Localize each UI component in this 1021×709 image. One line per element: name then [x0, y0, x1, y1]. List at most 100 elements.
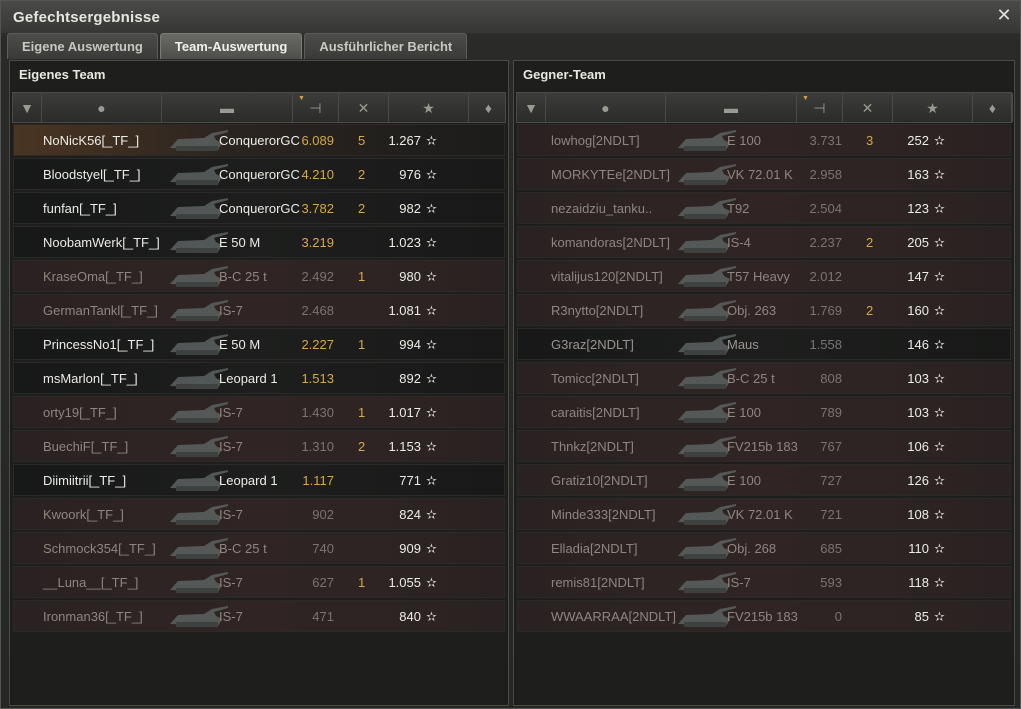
- player-row[interactable]: Minde333[2NDLT] VK 72.01 K 721 108 ✫: [517, 498, 1011, 530]
- column-damage[interactable]: ▼ ⊣: [797, 93, 843, 122]
- player-name: GermanTankl[_TF_]: [43, 303, 158, 318]
- tank-name: B-C 25 t: [219, 541, 267, 556]
- player-row[interactable]: WWAARRAA[2NDLT] FV215b 183 0 85 ✫: [517, 600, 1011, 632]
- column-xp-star[interactable]: ★: [389, 93, 469, 122]
- xp-value: 85: [914, 609, 929, 624]
- xp-star-icon: ✫: [934, 133, 945, 148]
- own-team-title: Eigenes Team: [19, 67, 106, 82]
- player-row[interactable]: Tomicc[2NDLT] B-C 25 t 808 103 ✫: [517, 362, 1011, 394]
- player-name: Tomicc[2NDLT]: [551, 371, 639, 386]
- column-kills[interactable]: ✕: [843, 93, 893, 122]
- player-row[interactable]: Ironman36[_TF_] IS-7 471 840 ✫: [13, 600, 505, 632]
- player-row[interactable]: nezaidziu_tanku.. T92 2.504 123 ✫: [517, 192, 1011, 224]
- tab-bar: Eigene Auswertung Team-Auswertung Ausfüh…: [7, 33, 469, 59]
- column-player[interactable]: ●: [42, 93, 162, 122]
- xp-value: 1.081: [388, 303, 421, 318]
- player-row[interactable]: NoNicK56[_TF_] ConquerorGC 6.089 5 1.267 ✫: [13, 124, 505, 156]
- xp-star-icon: ✫: [934, 235, 945, 250]
- player-row[interactable]: lowhog[2NDLT] E 100 3.731 3 252 ✫: [517, 124, 1011, 156]
- player-row[interactable]: KraseOma[_TF_] B-C 25 t 2.492 1 980 ✫: [13, 260, 505, 292]
- player-row[interactable]: Diimiitrii[_TF_] Leopard 1 1.117 771 ✫: [13, 464, 505, 496]
- damage-value: 1.558: [809, 337, 842, 352]
- xp-value: 106: [907, 439, 929, 454]
- player-name: Gratiz10[2NDLT]: [551, 473, 648, 488]
- player-row[interactable]: MORKYTEe[2NDLT] VK 72.01 K 2.958 163 ✫: [517, 158, 1011, 190]
- tank-name: IS-7: [219, 575, 243, 590]
- player-name: Elladia[2NDLT]: [551, 541, 638, 556]
- player-row[interactable]: caraitis[2NDLT] E 100 789 103 ✫: [517, 396, 1011, 428]
- damage-value: 740: [312, 541, 334, 556]
- player-icon: ●: [601, 100, 610, 116]
- tab-own-evaluation[interactable]: Eigene Auswertung: [7, 33, 158, 59]
- player-row[interactable]: remis81[2NDLT] IS-7 593 118 ✫: [517, 566, 1011, 598]
- column-xp-star[interactable]: ★: [893, 93, 973, 122]
- player-row[interactable]: GermanTankl[_TF_] IS-7 2.468 1.081 ✫: [13, 294, 505, 326]
- player-row[interactable]: R3nytto[2NDLT] Obj. 263 1.769 2 160 ✫: [517, 294, 1011, 326]
- tank-name: T57 Heavy: [727, 269, 790, 284]
- xp-star-icon: ✫: [934, 269, 945, 284]
- xp-value: 146: [907, 337, 929, 352]
- xp-star-icon: ✫: [426, 269, 437, 284]
- tab-detailed-report[interactable]: Ausführlicher Bericht: [304, 33, 468, 59]
- player-row[interactable]: Bloodstyel[_TF_] ConquerorGC 4.210 2 976 ✫: [13, 158, 505, 190]
- player-name: caraitis[2NDLT]: [551, 405, 640, 420]
- player-row[interactable]: Gratiz10[2NDLT] E 100 727 126 ✫: [517, 464, 1011, 496]
- player-row[interactable]: vitalijus120[2NDLT] T57 Heavy 2.012 147 ✫: [517, 260, 1011, 292]
- tab-team-evaluation[interactable]: Team-Auswertung: [159, 33, 303, 59]
- player-row[interactable]: msMarlon[_TF_] Leopard 1 1.513 892 ✫: [13, 362, 505, 394]
- xp-star-icon: ✫: [934, 541, 945, 556]
- kills-icon: ✕: [357, 100, 370, 116]
- player-row[interactable]: funfan[_TF_] ConquerorGC 3.782 2 982 ✫: [13, 192, 505, 224]
- column-player[interactable]: ●: [546, 93, 666, 122]
- damage-value: 727: [820, 473, 842, 488]
- player-row[interactable]: komandoras[2NDLT] IS-4 2.237 2 205 ✫: [517, 226, 1011, 258]
- damage-value: 2.237: [809, 235, 842, 250]
- xp-value: 1.017: [388, 405, 421, 420]
- player-name: orty19[_TF_]: [43, 405, 117, 420]
- damage-value: 3.219: [301, 235, 334, 250]
- xp-star-icon: ✫: [426, 235, 437, 250]
- damage-value: 721: [820, 507, 842, 522]
- player-row[interactable]: Schmock354[_TF_] B-C 25 t 740 909 ✫: [13, 532, 505, 564]
- player-row[interactable]: Kwoork[_TF_] IS-7 902 824 ✫: [13, 498, 505, 530]
- xp-value: 103: [907, 405, 929, 420]
- player-row[interactable]: BuechiF[_TF_] IS-7 1.310 2 1.153 ✫: [13, 430, 505, 462]
- player-row[interactable]: NoobamWerk[_TF_] E 50 M 3.219 1.023 ✫: [13, 226, 505, 258]
- tank-name: IS-7: [219, 507, 243, 522]
- xp-value: 1.055: [388, 575, 421, 590]
- player-row[interactable]: Elladia[2NDLT] Obj. 268 685 110 ✫: [517, 532, 1011, 564]
- xp-value: 160: [907, 303, 929, 318]
- player-row[interactable]: G3raz[2NDLT] Maus 1.558 146 ✫: [517, 328, 1011, 360]
- column-tank[interactable]: ▬: [162, 93, 293, 122]
- xp-value: 163: [907, 167, 929, 182]
- column-squad[interactable]: ▼: [13, 93, 42, 122]
- tank-name: B-C 25 t: [219, 269, 267, 284]
- tank-name: Leopard 1: [219, 473, 278, 488]
- xp-value: 994: [399, 337, 421, 352]
- xp-value: 1.267: [388, 133, 421, 148]
- close-icon[interactable]: ✕: [994, 5, 1014, 25]
- xp-value: 771: [399, 473, 421, 488]
- column-medal[interactable]: ♦: [469, 93, 509, 122]
- column-kills[interactable]: ✕: [339, 93, 389, 122]
- player-row[interactable]: orty19[_TF_] IS-7 1.430 1 1.017 ✫: [13, 396, 505, 428]
- xp-star-icon: ✫: [426, 575, 437, 590]
- damage-value: 2.012: [809, 269, 842, 284]
- xp-value: 126: [907, 473, 929, 488]
- column-tank[interactable]: ▬: [666, 93, 797, 122]
- squad-icon: ▼: [20, 100, 34, 116]
- tank-name: IS-7: [219, 439, 243, 454]
- tank-name: IS-7: [219, 609, 243, 624]
- player-row[interactable]: PrincessNo1[_TF_] E 50 M 2.227 1 994 ✫: [13, 328, 505, 360]
- medal-icon: ♦: [988, 100, 997, 116]
- enemy-team-panel: Gegner-Team ▼ ● ▬ ▼ ⊣ ✕ ★ ♦ lowhog[2NDLT] E 100 3…: [513, 60, 1015, 706]
- column-medal[interactable]: ♦: [973, 93, 1013, 122]
- column-squad[interactable]: ▼: [517, 93, 546, 122]
- player-row[interactable]: Thnkz[2NDLT] FV215b 183 767 106 ✫: [517, 430, 1011, 462]
- player-name: Thnkz[2NDLT]: [551, 439, 634, 454]
- player-name: Kwoork[_TF_]: [43, 507, 124, 522]
- player-row[interactable]: __Luna__[_TF_] IS-7 627 1 1.055 ✫: [13, 566, 505, 598]
- xp-value: 108: [907, 507, 929, 522]
- column-damage[interactable]: ▼ ⊣: [293, 93, 339, 122]
- xp-star-icon: ✫: [934, 337, 945, 352]
